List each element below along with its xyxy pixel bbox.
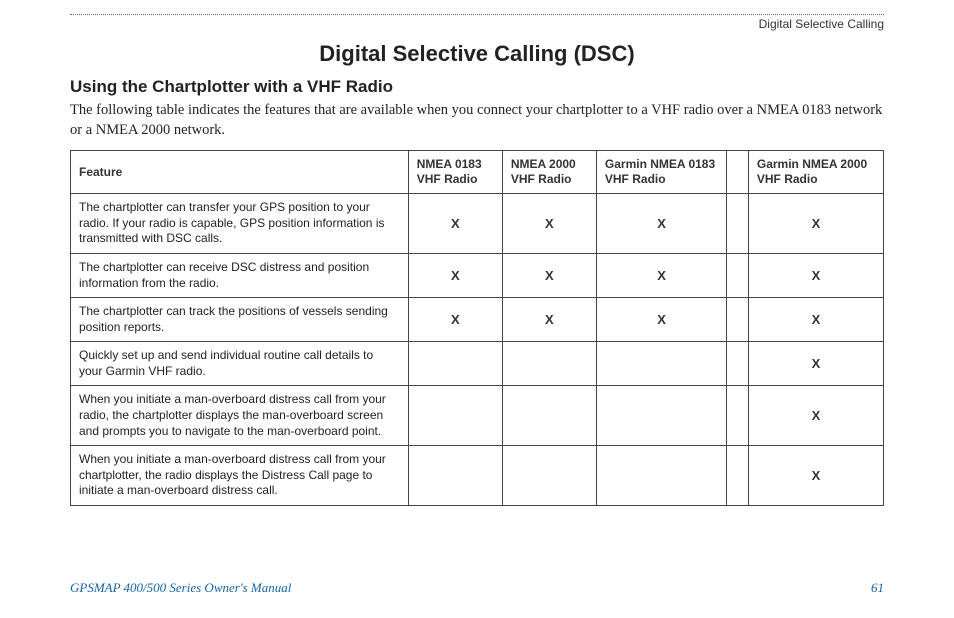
cell-mark: X xyxy=(502,253,596,297)
col-header-garmin0183: Garmin NMEA 0183 VHF Radio xyxy=(596,151,726,194)
cell-mark: X xyxy=(596,253,726,297)
cell-spacer xyxy=(727,446,749,506)
cell-mark: X xyxy=(748,386,883,446)
cell-mark xyxy=(502,342,596,386)
manual-title: GPSMAP 400/500 Series Owner's Manual xyxy=(70,580,291,596)
cell-mark xyxy=(502,446,596,506)
cell-mark: X xyxy=(408,298,502,342)
cell-mark: X xyxy=(748,253,883,297)
table-row: The chartplotter can receive DSC distres… xyxy=(71,253,884,297)
cell-mark: X xyxy=(596,298,726,342)
feature-text: When you initiate a man-overboard distre… xyxy=(71,386,409,446)
col-header-spacer xyxy=(727,151,749,194)
cell-mark xyxy=(408,386,502,446)
cell-spacer xyxy=(727,194,749,254)
cell-mark: X xyxy=(748,298,883,342)
cell-mark: X xyxy=(502,298,596,342)
cell-mark xyxy=(502,386,596,446)
cell-mark: X xyxy=(748,342,883,386)
feature-text: The chartplotter can track the positions… xyxy=(71,298,409,342)
table-header-row: Feature NMEA 0183 VHF Radio NMEA 2000 VH… xyxy=(71,151,884,194)
cell-mark: X xyxy=(748,446,883,506)
feature-text: Quickly set up and send individual routi… xyxy=(71,342,409,386)
table-row: The chartplotter can transfer your GPS p… xyxy=(71,194,884,254)
cell-spacer xyxy=(727,342,749,386)
col-header-nmea0183: NMEA 0183 VHF Radio xyxy=(408,151,502,194)
cell-mark xyxy=(408,342,502,386)
table-row: When you initiate a man-overboard distre… xyxy=(71,386,884,446)
cell-spacer xyxy=(727,253,749,297)
cell-mark: X xyxy=(408,194,502,254)
cell-mark xyxy=(596,342,726,386)
section-heading: Using the Chartplotter with a VHF Radio xyxy=(70,77,884,97)
col-header-garmin2000: Garmin NMEA 2000 VHF Radio xyxy=(748,151,883,194)
cell-mark xyxy=(596,386,726,446)
cell-mark: X xyxy=(748,194,883,254)
cell-mark: X xyxy=(408,253,502,297)
cell-mark xyxy=(408,446,502,506)
col-header-nmea2000: NMEA 2000 VHF Radio xyxy=(502,151,596,194)
table-row: The chartplotter can track the positions… xyxy=(71,298,884,342)
cell-spacer xyxy=(727,386,749,446)
feature-text: When you initiate a man-overboard distre… xyxy=(71,446,409,506)
cell-mark: X xyxy=(596,194,726,254)
page-number: 61 xyxy=(871,580,884,596)
feature-text: The chartplotter can receive DSC distres… xyxy=(71,253,409,297)
feature-text: The chartplotter can transfer your GPS p… xyxy=(71,194,409,254)
table-row: When you initiate a man-overboard distre… xyxy=(71,446,884,506)
cell-spacer xyxy=(727,298,749,342)
col-header-feature: Feature xyxy=(71,151,409,194)
page-body: Digital Selective Calling Digital Select… xyxy=(0,0,954,506)
intro-paragraph: The following table indicates the featur… xyxy=(70,101,884,140)
table-row: Quickly set up and send individual routi… xyxy=(71,342,884,386)
cell-mark: X xyxy=(502,194,596,254)
feature-table: Feature NMEA 0183 VHF Radio NMEA 2000 VH… xyxy=(70,150,884,506)
top-rule xyxy=(70,14,884,15)
page-footer: GPSMAP 400/500 Series Owner's Manual 61 xyxy=(70,580,884,596)
running-head: Digital Selective Calling xyxy=(70,17,884,31)
cell-mark xyxy=(596,446,726,506)
page-title: Digital Selective Calling (DSC) xyxy=(70,41,884,67)
